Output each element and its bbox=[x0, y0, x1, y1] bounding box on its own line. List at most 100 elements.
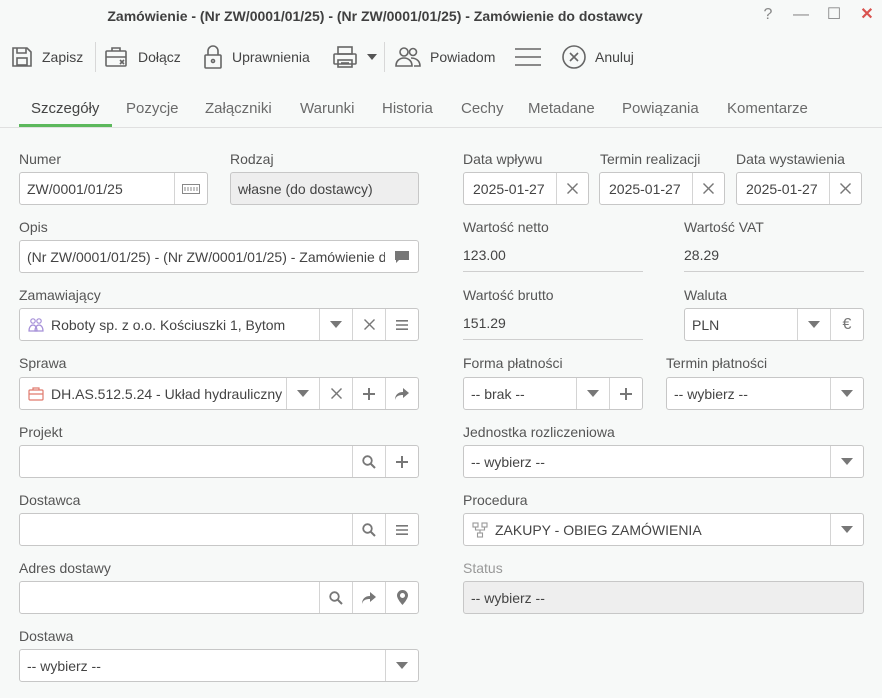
sprawa-label: Sprawa bbox=[19, 355, 67, 371]
data-wystawienia-clear-button[interactable] bbox=[829, 173, 861, 204]
sprawa-dropdown-button[interactable] bbox=[286, 378, 319, 409]
termin-realizacji-clear-button[interactable] bbox=[692, 173, 724, 204]
data-wplywu-field[interactable]: 2025-01-27 bbox=[463, 172, 589, 205]
projekt-add-button[interactable] bbox=[385, 446, 418, 477]
procedura-label: Procedura bbox=[463, 492, 528, 508]
sprawa-field[interactable]: DH.AS.512.5.24 - Układ hydrauliczny bbox=[19, 377, 419, 410]
print-button[interactable] bbox=[331, 40, 377, 74]
sprawa-clear-button[interactable] bbox=[319, 378, 352, 409]
opis-value: (Nr ZW/0001/01/25) - (Nr ZW/0001/01/25) … bbox=[27, 248, 385, 265]
notify-button[interactable]: Powiadom bbox=[394, 40, 495, 74]
tab-features[interactable]: Cechy bbox=[461, 100, 504, 117]
forma-platnosci-dropdown-button[interactable] bbox=[576, 378, 609, 409]
active-tab-indicator bbox=[19, 124, 112, 127]
netto-value: 123.00 bbox=[463, 247, 506, 263]
numer-field[interactable]: ZW/0001/01/25 bbox=[19, 172, 208, 205]
rodzaj-field: własne (do dostawcy) bbox=[230, 172, 419, 205]
data-wystawienia-field[interactable]: 2025-01-27 bbox=[736, 172, 862, 205]
projekt-search-button[interactable] bbox=[352, 446, 385, 477]
numbering-button[interactable] bbox=[174, 173, 207, 204]
tab-comments[interactable]: Komentarze bbox=[727, 100, 808, 117]
clear-icon bbox=[330, 388, 342, 399]
minimize-button[interactable]: — bbox=[790, 5, 812, 25]
comment-button[interactable] bbox=[385, 241, 418, 272]
projekt-field[interactable] bbox=[19, 445, 419, 478]
list-icon bbox=[396, 524, 408, 535]
brutto-label: Wartość brutto bbox=[463, 287, 554, 303]
tab-attachments[interactable]: Załączniki bbox=[205, 100, 272, 117]
waluta-select[interactable]: PLN € bbox=[684, 308, 864, 341]
waluta-value: PLN bbox=[692, 316, 720, 333]
menu-button[interactable] bbox=[514, 40, 542, 74]
sprawa-add-button[interactable] bbox=[352, 378, 385, 409]
adres-go-button[interactable] bbox=[352, 582, 385, 613]
termin-platnosci-select[interactable]: -- wybierz -- bbox=[666, 377, 864, 410]
procedura-dropdown-button[interactable] bbox=[830, 514, 863, 545]
caret-down-icon bbox=[808, 320, 820, 328]
data-wplywu-label: Data wpływu bbox=[463, 151, 543, 167]
waluta-dropdown-button[interactable] bbox=[797, 309, 830, 340]
currency-button[interactable]: € bbox=[830, 309, 863, 340]
comment-icon bbox=[394, 250, 409, 263]
zamawiajacy-dropdown-button[interactable] bbox=[319, 309, 352, 340]
cancel-circle-icon bbox=[562, 45, 586, 69]
save-label: Zapisz bbox=[42, 49, 84, 65]
forma-platnosci-add-button[interactable] bbox=[609, 378, 642, 409]
maximize-button[interactable]: ☐ bbox=[823, 5, 845, 25]
toolbar-divider bbox=[384, 42, 385, 72]
procedura-select[interactable]: ZAKUPY - OBIEG ZAMÓWIENIA bbox=[463, 513, 864, 546]
forma-platnosci-select[interactable]: -- brak -- bbox=[463, 377, 643, 410]
case-briefcase-icon bbox=[28, 386, 44, 401]
save-icon bbox=[12, 47, 32, 67]
data-wplywu-clear-button[interactable] bbox=[556, 173, 588, 204]
contractor-icon bbox=[28, 317, 44, 333]
save-button[interactable]: Zapisz bbox=[10, 40, 83, 74]
dostawca-field[interactable] bbox=[19, 513, 419, 546]
zamawiajacy-field[interactable]: Roboty sp. z o.o. Kościuszki 1, Bytom bbox=[19, 308, 419, 341]
attach-button[interactable]: Dołącz bbox=[104, 40, 181, 74]
zamawiajacy-clear-button[interactable] bbox=[352, 309, 385, 340]
waluta-label: Waluta bbox=[684, 287, 728, 303]
jednostka-select[interactable]: -- wybierz -- bbox=[463, 445, 864, 478]
map-pin-icon bbox=[396, 590, 408, 605]
clear-icon bbox=[840, 183, 851, 194]
rodzaj-label: Rodzaj bbox=[230, 151, 274, 167]
counter-icon bbox=[182, 183, 200, 194]
caret-down-icon bbox=[841, 457, 853, 465]
dostawca-list-button[interactable] bbox=[385, 514, 418, 545]
caret-down-icon bbox=[587, 389, 599, 397]
adres-field[interactable] bbox=[19, 581, 419, 614]
tab-details[interactable]: Szczegóły bbox=[31, 100, 99, 117]
netto-label: Wartość netto bbox=[463, 219, 549, 235]
dostawa-dropdown-button[interactable] bbox=[385, 650, 418, 681]
opis-field[interactable]: (Nr ZW/0001/01/25) - (Nr ZW/0001/01/25) … bbox=[19, 240, 419, 273]
termin-platnosci-label: Termin płatności bbox=[666, 355, 768, 371]
permissions-button[interactable]: Uprawnienia bbox=[202, 40, 310, 74]
help-button[interactable]: ? bbox=[757, 5, 779, 25]
cancel-label: Anuluj bbox=[595, 49, 634, 65]
termin-realizacji-field[interactable]: 2025-01-27 bbox=[599, 172, 725, 205]
briefcase-attach-icon bbox=[105, 47, 127, 67]
caret-down-icon bbox=[396, 661, 408, 669]
tab-relations[interactable]: Powiązania bbox=[622, 100, 699, 117]
search-icon bbox=[329, 590, 343, 605]
adres-search-button[interactable] bbox=[319, 582, 352, 613]
tab-items[interactable]: Pozycje bbox=[126, 100, 179, 117]
brutto-underline bbox=[463, 339, 643, 340]
tab-metadata[interactable]: Metadane bbox=[528, 100, 595, 117]
sprawa-go-button[interactable] bbox=[385, 378, 418, 409]
close-button[interactable]: ✕ bbox=[856, 5, 878, 25]
tab-conditions[interactable]: Warunki bbox=[300, 100, 354, 117]
cancel-button[interactable]: Anuluj bbox=[561, 40, 634, 74]
adres-map-button[interactable] bbox=[385, 582, 418, 613]
termin-platnosci-dropdown-button[interactable] bbox=[830, 378, 863, 409]
tab-history[interactable]: Historia bbox=[382, 100, 433, 117]
dostawa-select[interactable]: -- wybierz -- bbox=[19, 649, 419, 682]
clear-icon bbox=[363, 319, 375, 330]
dostawa-value: -- wybierz -- bbox=[27, 657, 101, 674]
share-arrow-icon bbox=[395, 387, 409, 400]
dostawca-search-button[interactable] bbox=[352, 514, 385, 545]
list-icon bbox=[396, 319, 408, 330]
zamawiajacy-list-button[interactable] bbox=[385, 309, 418, 340]
jednostka-dropdown-button[interactable] bbox=[830, 446, 863, 477]
